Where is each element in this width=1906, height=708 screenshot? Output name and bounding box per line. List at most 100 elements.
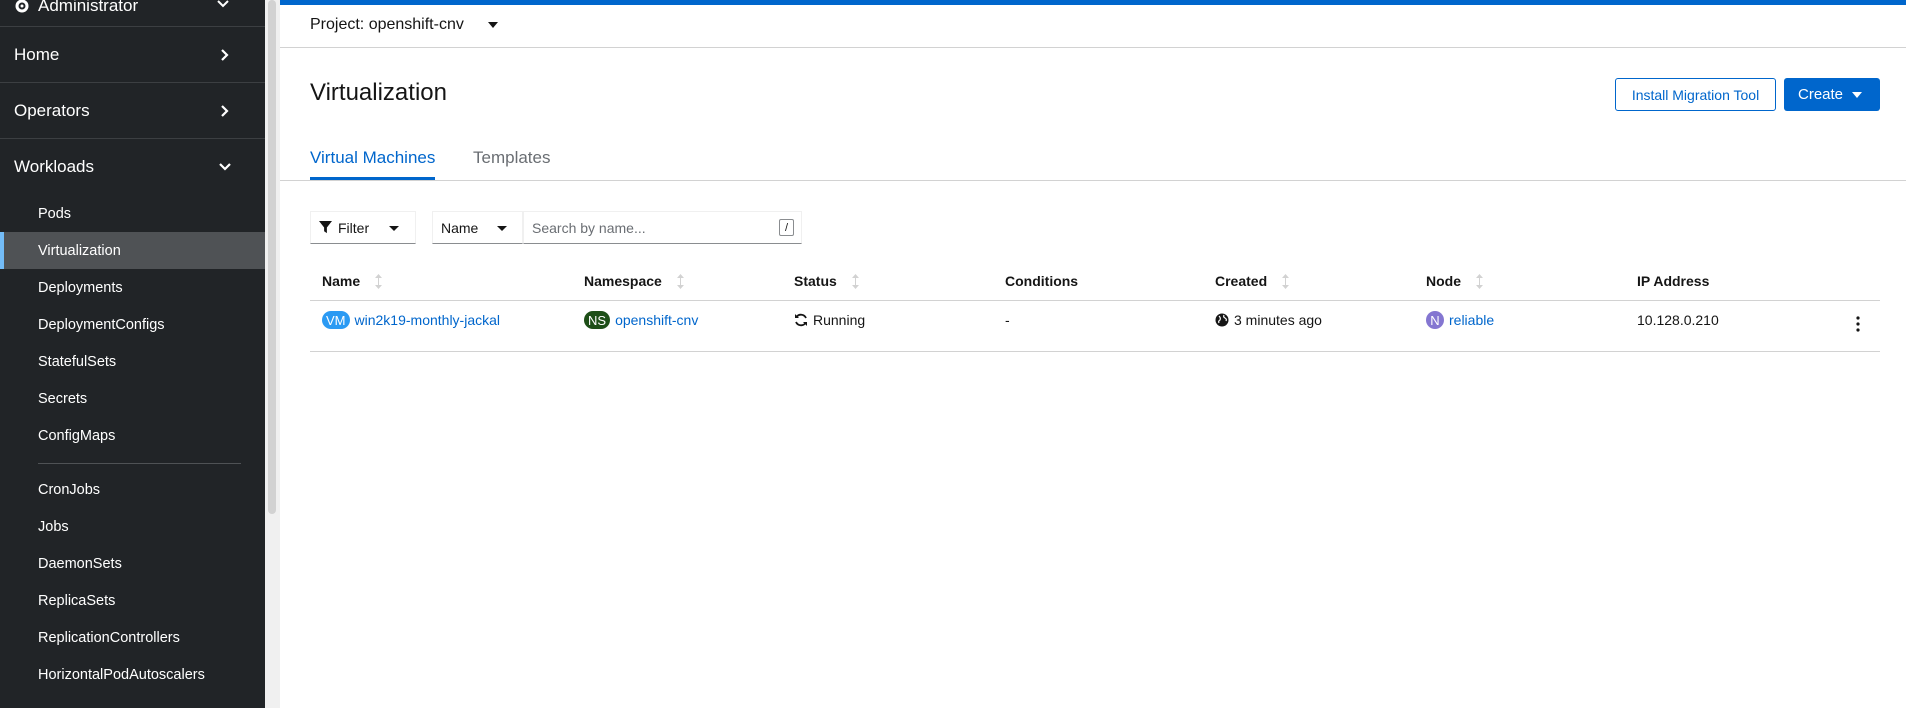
sidebar-item-deployments[interactable]: Deployments (0, 269, 265, 306)
node-link[interactable]: reliable (1449, 312, 1494, 328)
search-input[interactable] (523, 211, 802, 244)
sidebar-item-jobs[interactable]: Jobs (0, 508, 265, 545)
column-header-label: Status (794, 273, 837, 289)
name-select-label: Name (441, 219, 479, 236)
column-header-namespace[interactable]: Namespace (584, 273, 685, 289)
sidebar-item-label: DeploymentConfigs (38, 316, 165, 333)
vm-name-link[interactable]: win2k19-monthly-jackal (355, 312, 501, 328)
nav-section-workloads[interactable]: Workloads (0, 139, 265, 195)
kebab-icon[interactable] (1855, 316, 1861, 332)
caret-down-icon[interactable] (488, 22, 498, 28)
install-migration-tool-button[interactable]: Install Migration Tool (1615, 78, 1776, 111)
column-header-node[interactable]: Node (1426, 273, 1484, 289)
chevron-down-icon (217, 0, 229, 8)
sidebar-item-pods[interactable]: Pods (0, 195, 265, 232)
sidebar-item-horizontalpodautoscalers[interactable]: HorizontalPodAutoscalers (0, 656, 265, 693)
vm-badge: VM (322, 311, 350, 329)
sidebar-item-replicationcontrollers[interactable]: ReplicationControllers (0, 619, 265, 656)
created-text: 3 minutes ago (1234, 312, 1322, 328)
tab-templates[interactable]: Templates (473, 148, 550, 177)
sort-icon (375, 273, 383, 289)
sort-icon (851, 273, 859, 289)
column-header-conditions: Conditions (1005, 273, 1078, 289)
sort-icon (676, 273, 684, 289)
sidebar-item-daemonsets[interactable]: DaemonSets (0, 545, 265, 582)
sidebar-item-statefulsets[interactable]: StatefulSets (0, 343, 265, 380)
perspective-label: Administrator (38, 0, 139, 15)
tab-virtual-machines[interactable]: Virtual Machines (310, 148, 436, 180)
sync-icon (795, 313, 807, 327)
sidebar-item-cronjobs[interactable]: CronJobs (0, 471, 265, 508)
create-button-label: Create (1798, 86, 1844, 103)
tab-bar: Virtual Machines Templates (280, 140, 1906, 181)
project-bar: Project: openshift-cnv (280, 5, 1906, 48)
column-header-status[interactable]: Status (794, 273, 860, 289)
chevron-right-icon (221, 104, 229, 117)
chevron-down-icon (219, 163, 231, 171)
table-row-divider (310, 351, 1880, 352)
namespace-link[interactable]: openshift-cnv (615, 312, 698, 328)
table-cell-ip-address: 10.128.0.210 (1637, 311, 1719, 329)
sidebar-item-label: CronJobs (38, 481, 101, 498)
sidebar-item-label: Secrets (38, 390, 88, 407)
page-title: Virtualization (310, 79, 447, 106)
funnel-icon (319, 221, 332, 234)
namespace-badge: NS (584, 311, 611, 329)
column-header-name[interactable]: Name (322, 273, 383, 289)
table-cell-created: 3 minutes ago (1215, 311, 1322, 329)
sidebar: Administrator Home Operators Workloads P… (0, 0, 265, 708)
column-header-created[interactable]: Created (1215, 273, 1290, 289)
sidebar-item-virtualization[interactable]: Virtualization (0, 232, 265, 269)
sidebar-item-label: ConfigMaps (38, 427, 116, 444)
perspective-switcher[interactable]: Administrator (0, 0, 265, 27)
chevron-right-icon (221, 48, 229, 61)
table-cell-name: VM win2k19-monthly-jackal (322, 311, 500, 329)
filter-dropdown[interactable]: Filter (310, 211, 416, 244)
table-cell-conditions: - (1005, 311, 1010, 329)
column-header-label: Namespace (584, 273, 662, 289)
sidebar-item-label: Jobs (38, 518, 69, 535)
search-shortcut-hint: / (779, 219, 794, 236)
nav-section-operators[interactable]: Operators (0, 83, 265, 139)
table-cell-node: N reliable (1426, 311, 1494, 329)
project-selector[interactable]: Project: openshift-cnv (310, 16, 464, 34)
column-header-label: Created (1215, 273, 1268, 289)
sidebar-item-replicasets[interactable]: ReplicaSets (0, 582, 265, 619)
caret-down-icon (497, 226, 507, 231)
cog-icon (15, 0, 29, 13)
table-header-divider (310, 300, 1880, 301)
column-header-label: Name (322, 273, 361, 289)
ip-text: 10.128.0.210 (1637, 312, 1719, 328)
caret-down-icon (389, 226, 399, 231)
name-select[interactable]: Name (432, 211, 523, 244)
node-badge: N (1426, 311, 1444, 329)
create-button[interactable]: Create (1784, 78, 1880, 111)
sort-icon (1282, 273, 1290, 289)
nav-section-home[interactable]: Home (0, 27, 265, 83)
sidebar-item-label: Virtualization (38, 242, 121, 259)
column-header-label: IP Address (1637, 273, 1710, 289)
sidebar-item-label: HorizontalPodAutoscalers (38, 666, 205, 683)
sidebar-item-label: Pods (38, 205, 72, 222)
caret-down-icon (1852, 92, 1862, 98)
status-text: Running (813, 312, 866, 328)
sidebar-item-label: ReplicaSets (38, 592, 116, 609)
sidebar-scrollbar[interactable] (268, 0, 276, 514)
conditions-text: - (1005, 312, 1010, 328)
sidebar-item-configmaps[interactable]: ConfigMaps (0, 417, 265, 454)
column-header-ip-address: IP Address (1637, 273, 1709, 289)
filter-label: Filter (338, 219, 370, 236)
sidebar-item-secrets[interactable]: Secrets (0, 380, 265, 417)
sidebar-item-label: StatefulSets (38, 353, 117, 370)
globe-icon (1215, 313, 1229, 327)
sidebar-item-label: DaemonSets (38, 555, 122, 572)
main-content: Project: openshift-cnv Virtualization In… (280, 0, 1906, 708)
sidebar-item-deploymentconfigs[interactable]: DeploymentConfigs (0, 306, 265, 343)
sidebar-item-label: ReplicationControllers (38, 629, 180, 646)
sort-icon (1476, 273, 1483, 289)
sidebar-divider (38, 463, 241, 464)
table-cell-namespace: NS openshift-cnv (584, 311, 698, 329)
column-header-label: Conditions (1005, 273, 1079, 289)
sidebar-item-label: Deployments (38, 279, 123, 296)
nav-section-label: Home (14, 44, 60, 64)
